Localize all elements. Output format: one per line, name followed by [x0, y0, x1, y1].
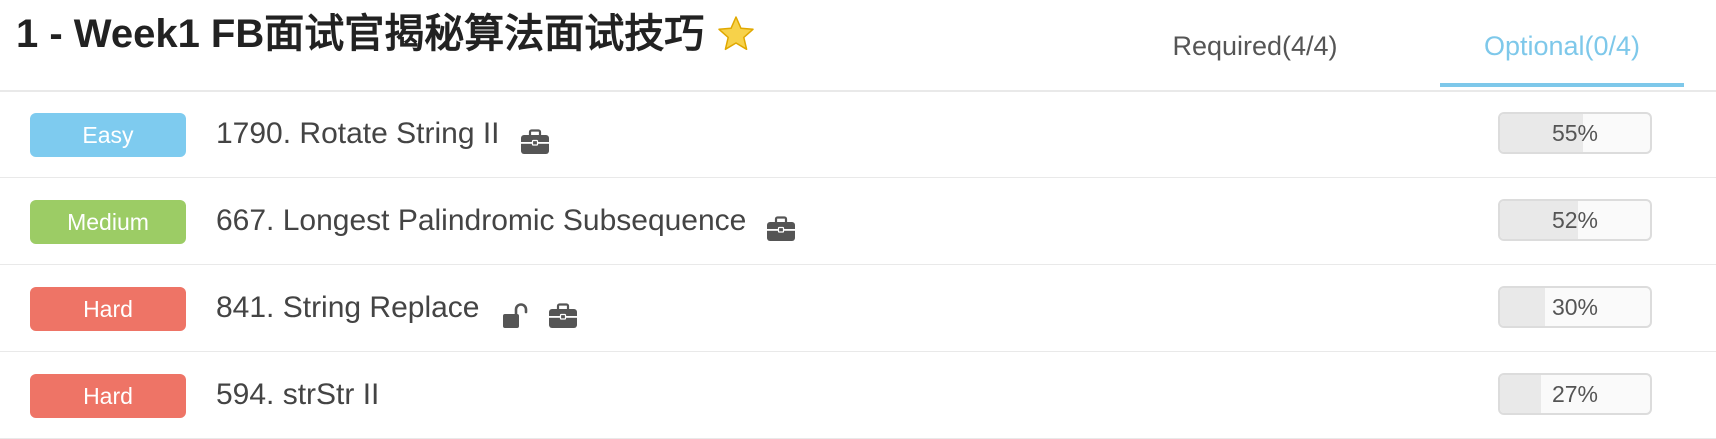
problem-title[interactable]: 594. strStr II: [216, 370, 379, 420]
acceptance-rate-label: 55%: [1551, 120, 1599, 146]
problem-row[interactable]: Easy 1790. Rotate String II 55%: [0, 91, 1716, 178]
problem-list: Easy 1790. Rotate String II 55% Medium 6…: [0, 91, 1716, 439]
problem-row[interactable]: Medium 667. Longest Palindromic Subseque…: [0, 178, 1716, 265]
acceptance-rate: 27%: [1498, 373, 1652, 415]
star-icon[interactable]: [716, 14, 756, 54]
difficulty-badge[interactable]: Hard: [30, 374, 186, 418]
problem-title-text[interactable]: 594. strStr II: [216, 370, 379, 420]
difficulty-badge[interactable]: Easy: [30, 113, 186, 157]
acceptance-rate: 55%: [1498, 112, 1652, 154]
acceptance-rate: 30%: [1498, 286, 1652, 328]
briefcase-icon: [548, 295, 578, 328]
difficulty-badge[interactable]: Medium: [30, 200, 186, 244]
active-tab-indicator: [1440, 83, 1684, 87]
problem-title-text[interactable]: 1790. Rotate String II: [216, 109, 500, 159]
page-title: 1 - Week1 FB面试官揭秘算法面试技巧: [16, 6, 756, 62]
problem-row[interactable]: Hard 594. strStr II 27%: [0, 352, 1716, 439]
acceptance-rate-label: 52%: [1551, 207, 1599, 233]
problem-title[interactable]: 841. String Replace: [216, 283, 578, 333]
problem-row[interactable]: Hard 841. String Replace 30%: [0, 265, 1716, 352]
briefcase-icon: [520, 121, 550, 154]
problem-title[interactable]: 667. Longest Palindromic Subsequence: [216, 196, 796, 246]
problem-title-text[interactable]: 667. Longest Palindromic Subsequence: [216, 196, 746, 246]
acceptance-rate: 52%: [1498, 199, 1652, 241]
briefcase-icon: [766, 208, 796, 241]
acceptance-rate-label: 30%: [1551, 294, 1599, 320]
problem-title[interactable]: 1790. Rotate String II: [216, 109, 550, 159]
section-header: 1 - Week1 FB面试官揭秘算法面试技巧 Required(4/4) Op…: [0, 0, 1716, 92]
tab-optional[interactable]: Optional(0/4): [1440, 26, 1684, 88]
difficulty-badge[interactable]: Hard: [30, 287, 186, 331]
problem-title-text[interactable]: 841. String Replace: [216, 283, 480, 333]
unlock-icon: [500, 295, 530, 328]
tab-required[interactable]: Required(4/4): [1130, 26, 1380, 88]
page-title-text: 1 - Week1 FB面试官揭秘算法面试技巧: [16, 12, 705, 56]
acceptance-rate-label: 27%: [1551, 381, 1599, 407]
